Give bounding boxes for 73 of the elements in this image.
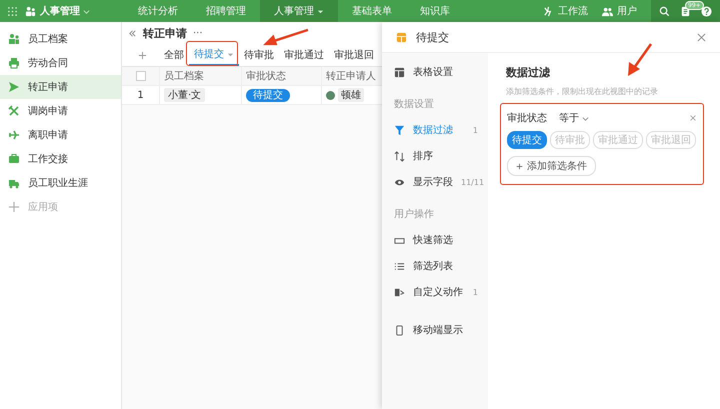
app-title: 人事管理 — [40, 4, 80, 18]
avatar-icon — [326, 90, 335, 100]
menu-item[interactable]: 表格设置 — [382, 59, 488, 85]
field-name: 审批状态 — [507, 112, 547, 125]
section-description: 添加筛选条件，限制出现在此视图中的记录 — [506, 86, 659, 97]
menu-item[interactable]: 移动端显示 — [382, 317, 488, 343]
people-icon — [8, 33, 20, 45]
table-icon — [396, 32, 407, 42]
add-condition-button[interactable]: 添加筛选条件 — [507, 156, 596, 176]
action-icon — [394, 286, 405, 298]
menu-item[interactable]: 快速筛选 — [382, 227, 488, 253]
sort-icon — [394, 150, 405, 162]
employee-tag: 小董·文 — [164, 88, 206, 102]
menu-item[interactable]: 自定义动作 1 — [382, 279, 488, 305]
section-label: 数据设置 — [393, 98, 435, 112]
view-tab[interactable]: 审批通过 — [279, 44, 329, 66]
help-icon[interactable] — [701, 6, 712, 16]
view-tab[interactable]: 审批退回 — [329, 44, 379, 66]
operator-dropdown[interactable]: 等于 — [559, 111, 589, 125]
sidebar-item[interactable]: 工作交接 — [0, 147, 121, 171]
users-icon — [602, 6, 613, 16]
truck-icon — [8, 177, 20, 189]
sidebar-item[interactable]: 员工职业生涯 — [0, 171, 121, 195]
add-view-icon[interactable] — [138, 50, 147, 60]
drawer-title: 待提交 — [416, 30, 449, 44]
list-icon — [394, 260, 405, 272]
column-header: 转正申请人 — [325, 70, 377, 84]
section-label: 用户操作 — [393, 208, 435, 222]
search-icon[interactable] — [659, 6, 670, 16]
sidebar-item[interactable]: 离职申请 — [0, 123, 121, 147]
user-name: 顿雄 — [338, 88, 364, 102]
close-icon[interactable] — [689, 114, 697, 122]
collapse-icon[interactable] — [128, 28, 137, 38]
nav-item[interactable]: 人事管理 — [260, 0, 338, 22]
filter-icon — [394, 124, 405, 136]
sidebar-item[interactable]: 转正申请 — [0, 75, 121, 99]
airplane-icon — [8, 129, 20, 141]
plus-icon — [516, 162, 523, 170]
menu-item[interactable]: 数据过滤 1 — [382, 117, 488, 143]
chevron-down-icon — [582, 114, 589, 122]
briefcase-icon — [8, 153, 20, 165]
view-tab[interactable]: 全部 — [159, 44, 189, 66]
section-title: 数据过滤 — [506, 65, 551, 80]
select-all-checkbox[interactable] — [136, 71, 146, 81]
view-tab[interactable]: 待审批 — [239, 44, 279, 66]
table-icon — [394, 66, 405, 78]
more-menu[interactable]: ··· — [193, 28, 203, 38]
menu-item[interactable]: 筛选列表 — [382, 253, 488, 279]
phone-icon — [394, 324, 405, 336]
send-icon — [8, 81, 20, 93]
tools-icon — [8, 105, 20, 117]
option-chip[interactable]: 待提交 — [507, 131, 547, 149]
page-title: 转正申请 — [143, 26, 187, 40]
people-icon — [25, 6, 36, 16]
apps-grid-icon[interactable] — [8, 6, 17, 16]
column-header: 审批状态 — [242, 67, 322, 85]
status-pill: 待提交 — [246, 88, 290, 102]
sidebar-item[interactable]: 劳动合同 — [0, 51, 121, 75]
plus-icon — [8, 201, 20, 213]
caret-icon[interactable] — [317, 8, 324, 14]
sidebar-item[interactable]: 员工档案 — [0, 27, 121, 51]
caret-icon[interactable] — [83, 8, 90, 14]
column-header: 员工档案 — [160, 67, 242, 85]
sidebar-item[interactable]: 调岗申请 — [0, 99, 121, 123]
close-icon[interactable] — [697, 32, 706, 42]
row-number: 1 — [122, 86, 160, 104]
annotation-arrow — [625, 42, 653, 78]
lightning-icon — [543, 6, 554, 16]
menu-item[interactable]: 显示字段 11/11 — [382, 169, 488, 195]
menu-item[interactable]: 排序 — [382, 143, 488, 169]
annotation-box — [186, 41, 238, 66]
caret-icon[interactable] — [227, 50, 234, 58]
printer-icon — [8, 57, 20, 69]
